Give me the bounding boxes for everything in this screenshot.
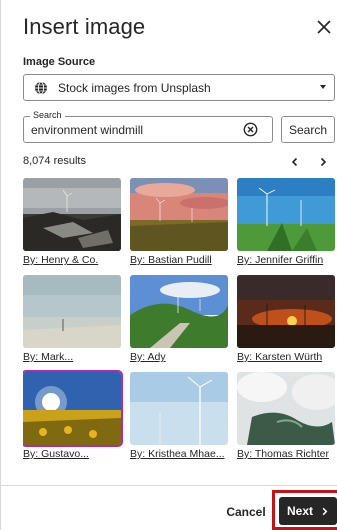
image-credit-link[interactable]: By: Gustavo... [23, 448, 127, 460]
clear-icon [243, 122, 258, 137]
image-source-select[interactable]: Stock images from Unsplash [23, 74, 335, 101]
image-credit-link[interactable]: By: Henry & Co. [23, 254, 127, 266]
search-field: Search [23, 110, 273, 143]
next-button[interactable]: Next [279, 497, 337, 525]
dialog-title: Insert image [23, 14, 146, 39]
image-credit-link[interactable]: By: Kristhea Mhae... [130, 448, 234, 460]
image-credit-link[interactable]: By: Mark... [23, 351, 127, 363]
image-thumbnail[interactable] [130, 275, 228, 348]
image-credit-link[interactable]: By: Ady [130, 351, 234, 363]
image-credit-link[interactable]: By: Bastian Pudill [130, 254, 234, 266]
image-thumbnail[interactable] [237, 372, 335, 445]
image-source-label: Image Source [23, 56, 96, 68]
chevron-right-icon [322, 507, 328, 515]
footer-divider [1, 485, 337, 486]
image-source-value: Stock images from Unsplash [58, 80, 211, 95]
next-page-button[interactable] [315, 154, 331, 170]
image-thumbnail[interactable] [23, 370, 123, 447]
image-thumbnail[interactable] [130, 178, 228, 251]
clear-search-button[interactable] [243, 122, 258, 137]
image-thumbnail[interactable] [130, 372, 228, 445]
insert-image-dialog: Insert image Image Source Stock images f… [0, 0, 337, 530]
chevron-left-icon [291, 157, 298, 167]
image-results-grid: By: Henry & Co. By: Bastian Pudill By: J… [23, 178, 337, 478]
image-credit-link[interactable]: By: Karsten Würth [237, 351, 337, 363]
image-thumbnail[interactable] [23, 178, 121, 251]
results-count: 8,074 results [23, 155, 86, 167]
chevron-right-icon [320, 157, 327, 167]
image-thumbnail[interactable] [23, 275, 121, 348]
image-credit-link[interactable]: By: Thomas Richter [237, 448, 337, 460]
search-button[interactable]: Search [281, 116, 335, 143]
image-credit-link[interactable]: By: Jennifer Griffin [237, 254, 337, 266]
image-thumbnail[interactable] [237, 275, 335, 348]
previous-page-button[interactable] [287, 154, 303, 170]
close-icon [317, 20, 331, 34]
next-button-label: Next [286, 504, 313, 518]
image-thumbnail[interactable] [237, 178, 335, 251]
chevron-down-icon [320, 85, 326, 89]
search-legend: Search [30, 110, 65, 120]
globe-icon [34, 81, 48, 95]
search-input[interactable] [31, 121, 241, 139]
cancel-button[interactable]: Cancel [223, 498, 269, 525]
close-button[interactable] [313, 14, 335, 40]
